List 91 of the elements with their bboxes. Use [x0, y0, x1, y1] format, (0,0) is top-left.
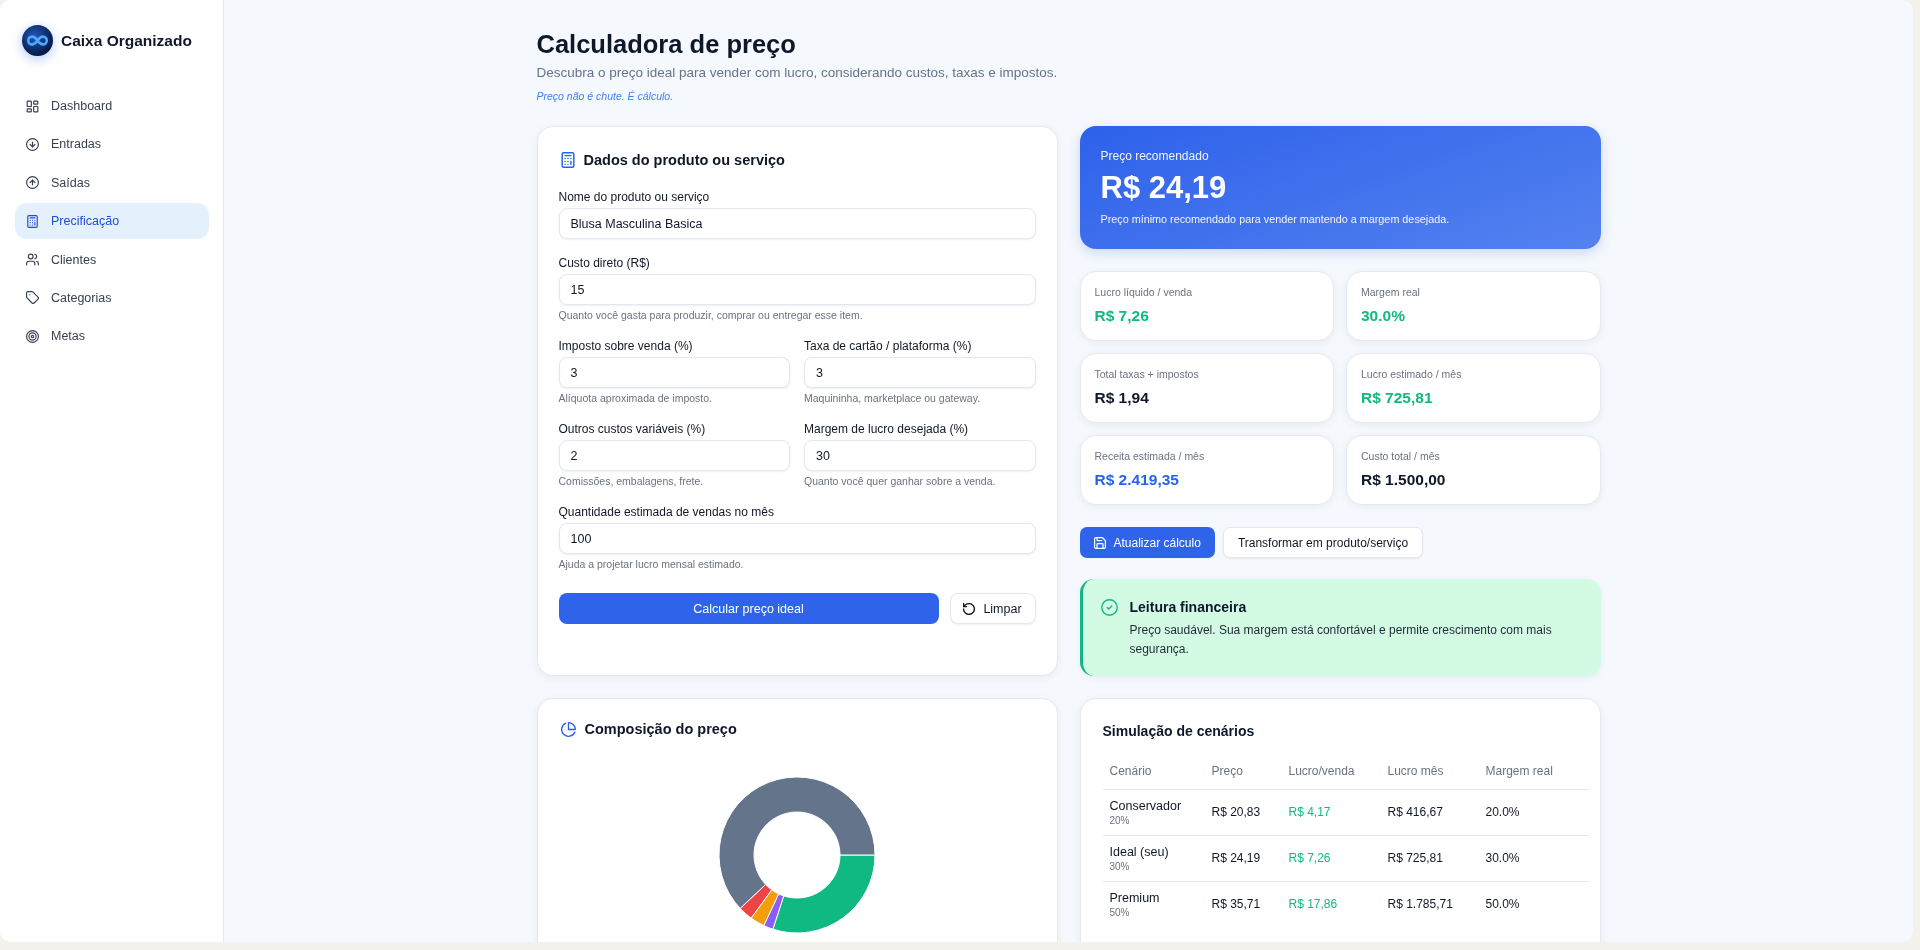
stat-label: Lucro líquido / venda	[1094, 285, 1192, 299]
input-field[interactable]: Blusa Masculina Basica	[558, 208, 1036, 239]
tag-icon	[26, 291, 39, 305]
field-hint: Ajuda a projetar lucro mensal estimado.	[558, 557, 744, 571]
nav-item[interactable]: Metas	[15, 318, 209, 355]
stat-value: 30.0%	[1361, 306, 1405, 326]
column-header: Cenário	[1102, 753, 1205, 789]
calculator-icon	[26, 214, 39, 228]
calculator-icon	[560, 152, 575, 168]
arrow-up-circle-icon	[26, 176, 39, 190]
stat-label: Custo total / mês	[1361, 449, 1440, 463]
nav-item[interactable]: Precificação	[15, 203, 209, 240]
stat-label: Margem real	[1361, 285, 1420, 299]
stat-value: R$ 1.500,00	[1361, 470, 1446, 490]
arrow-down-circle-icon	[26, 137, 39, 151]
field-label: Nome do produto ou serviço	[558, 189, 710, 205]
field-label: Margem de lucro desejada (%)	[804, 421, 969, 437]
pie-chart-icon	[560, 721, 576, 737]
scenario-name: Conservador	[1109, 798, 1182, 814]
field-label: Quantidade estimada de vendas no mês	[558, 504, 774, 520]
column-header: Lucro/venda	[1281, 753, 1381, 789]
table-cell: R$ 17,86	[1281, 881, 1381, 927]
stat-label: Lucro estimado / mês	[1361, 367, 1462, 381]
stat-value: R$ 1,94	[1094, 388, 1149, 408]
recommended-label: Preço recomendado	[1100, 148, 1209, 164]
nav-item[interactable]: Categorias	[15, 279, 209, 316]
scenario-name: Ideal (seu)	[1109, 844, 1169, 860]
recommended-price: R$ 24,19	[1100, 170, 1227, 206]
scenario-margin: 50%	[1109, 905, 1130, 919]
card-title: Dados do produto ou serviço	[583, 152, 785, 168]
card-title: Composição do preço	[584, 721, 737, 737]
table-cell: R$ 416,67	[1380, 789, 1479, 835]
check-circle-icon	[1100, 599, 1118, 616]
input-field[interactable]: 2	[558, 440, 790, 471]
brand-name: Caixa Organizado	[61, 31, 192, 50]
update-button[interactable]: Atualizar cálculo	[1079, 527, 1215, 558]
grid-icon	[26, 99, 39, 113]
scenario-margin: 20%	[1109, 813, 1130, 827]
insight-title: Leitura financeira	[1129, 598, 1247, 616]
tagline: Preço não é chute. É cálculo.	[536, 89, 674, 104]
field-hint: Quanto você gasta para produzir, comprar ou entregar esse item.	[558, 308, 863, 322]
table-cell: R$ 24,19	[1204, 835, 1282, 881]
field-hint: Quanto você quer ganhar sobre a venda.	[804, 474, 996, 488]
logo-icon	[22, 25, 53, 56]
recommended-note: Preço mínimo recomendado para vender mantendo a margem desejada.	[1100, 212, 1450, 227]
refresh-icon	[963, 602, 976, 615]
users-icon	[26, 253, 39, 267]
scenario-margin: 30%	[1109, 859, 1130, 873]
input-field[interactable]: 3	[558, 357, 790, 388]
column-header: Margem real	[1478, 753, 1589, 789]
table-cell: 50.0%	[1478, 881, 1589, 927]
field-label: Taxa de cartão / plataforma (%)	[804, 338, 972, 354]
field-label: Outros custos variáveis (%)	[558, 421, 706, 437]
table-cell: R$ 20,83	[1204, 789, 1282, 835]
nav-item[interactable]: Saídas	[15, 164, 209, 201]
calculate-button[interactable]: Calcular preço ideal	[558, 593, 939, 624]
table-cell: R$ 35,71	[1204, 881, 1282, 927]
field-hint: Alíquota aproximada de imposto.	[558, 391, 712, 405]
field-label: Imposto sobre venda (%)	[558, 338, 693, 354]
table-cell: R$ 725,81	[1380, 835, 1479, 881]
card-title: Simulação de cenários	[1102, 722, 1255, 741]
nav-item[interactable]: Entradas	[15, 126, 209, 163]
table-cell: R$ 1.785,71	[1380, 881, 1479, 927]
stat-label: Total taxas + impostos	[1094, 367, 1199, 381]
column-header: Preço	[1204, 753, 1282, 789]
input-field[interactable]: 100	[558, 523, 1036, 554]
table-cell: R$ 7,26	[1281, 835, 1381, 881]
stat-value: R$ 7,26	[1094, 306, 1149, 326]
input-field[interactable]: 3	[804, 357, 1036, 388]
field-hint: Maquininha, marketplace ou gateway.	[804, 391, 981, 405]
input-field[interactable]: 30	[804, 440, 1036, 471]
convert-button[interactable]: Transformar em produto/serviço	[1222, 527, 1424, 558]
table-cell: R$ 4,17	[1281, 789, 1381, 835]
page-subtitle: Descubra o preço ideal para vender com lucro, considerando custos, taxas e impostos.	[536, 64, 1058, 82]
stat-value: R$ 2.419,35	[1094, 470, 1179, 490]
target-icon	[26, 329, 39, 343]
page-title: Calculadora de preço	[536, 29, 796, 60]
stat-value: R$ 725,81	[1361, 388, 1433, 408]
nav-item[interactable]: Dashboard	[15, 88, 209, 124]
stat-label: Receita estimada / mês	[1094, 449, 1205, 463]
table-cell: 30.0%	[1478, 835, 1589, 881]
field-hint: Comissões, embalagens, frete.	[558, 474, 704, 488]
insight-text: Preço saudável. Sua margem está confortável e permite crescimento com mais segurança.	[1129, 622, 1553, 658]
column-header: Lucro mês	[1380, 753, 1479, 789]
input-field[interactable]: 15	[558, 274, 1036, 305]
scenario-name: Premium	[1109, 890, 1160, 906]
field-label: Custo direto (R$)	[558, 255, 650, 271]
clear-button[interactable]: Limpar	[949, 593, 1036, 624]
nav-item[interactable]: Clientes	[15, 241, 209, 278]
save-icon	[1093, 536, 1106, 549]
table-cell: 20.0%	[1478, 789, 1589, 835]
